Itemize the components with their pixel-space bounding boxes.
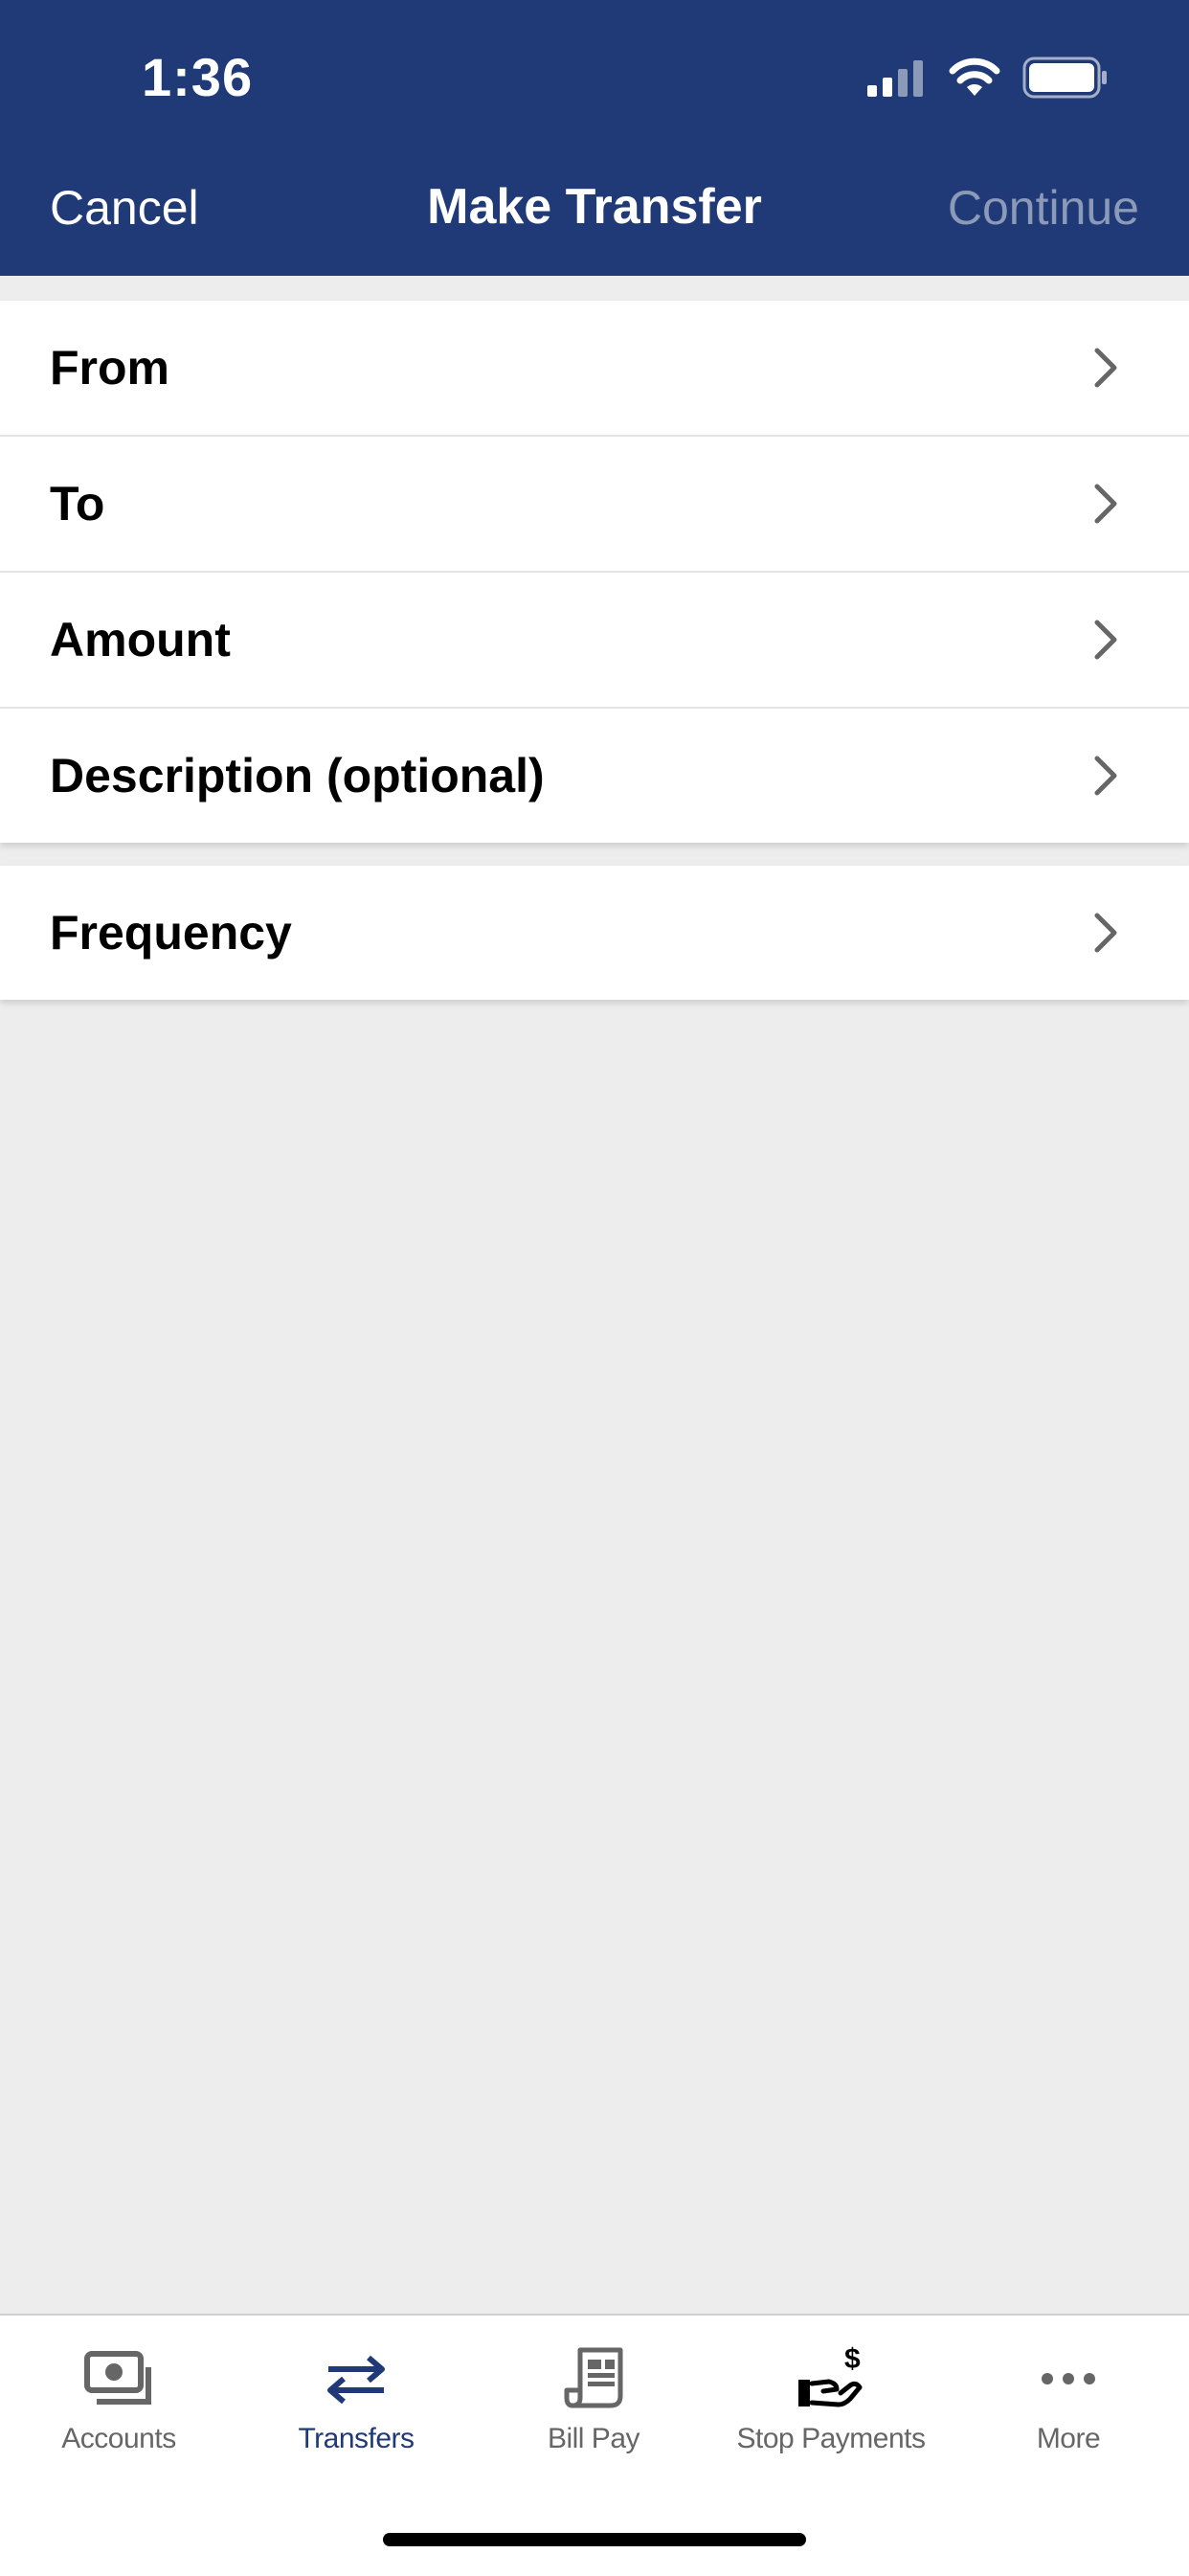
to-row[interactable]: To: [0, 437, 1189, 573]
status-time: 1:36: [142, 47, 254, 107]
tab-more-label: More: [1036, 2423, 1101, 2454]
from-label: From: [50, 341, 169, 395]
chevron-right-icon: [1094, 484, 1117, 524]
tab-more[interactable]: More: [950, 2316, 1187, 2478]
signal-icon: [867, 60, 923, 97]
tab-accounts-label: Accounts: [61, 2423, 176, 2454]
description-label: Description (optional): [50, 749, 545, 802]
header-bar: 1:36 Cancel Make Transfer Continue: [0, 0, 1189, 276]
chevron-right-icon: [1094, 348, 1117, 388]
tab-transfers-label: Transfers: [298, 2423, 415, 2454]
description-row[interactable]: Description (optional): [0, 709, 1189, 843]
cancel-button[interactable]: Cancel: [50, 180, 199, 236]
hand-dollar-icon: $: [793, 2340, 869, 2417]
page-title: Make Transfer: [427, 179, 762, 235]
wifi-icon: [949, 57, 1000, 96]
battery-icon: [1022, 56, 1107, 99]
frequency-row[interactable]: Frequency: [0, 866, 1189, 1000]
tab-stop-payments-label: Stop Payments: [736, 2423, 926, 2454]
tab-transfers[interactable]: Transfers: [237, 2316, 475, 2478]
svg-text:$: $: [844, 2345, 861, 2375]
amount-row[interactable]: Amount: [0, 573, 1189, 709]
tab-bill-pay-label: Bill Pay: [547, 2423, 640, 2454]
bill-icon: [555, 2340, 632, 2417]
chevron-right-icon: [1094, 620, 1117, 660]
status-icons: [865, 54, 1109, 102]
chevron-right-icon: [1094, 913, 1117, 953]
to-label: To: [50, 477, 105, 531]
tab-stop-payments[interactable]: $ Stop Payments: [712, 2316, 950, 2478]
frequency-label: Frequency: [50, 906, 292, 960]
transfer-arrows-icon: [318, 2340, 394, 2417]
continue-button[interactable]: Continue: [948, 180, 1139, 236]
from-row[interactable]: From: [0, 301, 1189, 437]
frequency-group: Frequency: [0, 866, 1189, 1000]
more-dots-icon: [1030, 2340, 1107, 2417]
transfer-details-group: From To Amount Description (optional): [0, 301, 1189, 843]
tab-accounts[interactable]: Accounts: [0, 2316, 237, 2478]
home-indicator: [383, 2533, 806, 2546]
tab-bill-pay[interactable]: Bill Pay: [475, 2316, 712, 2478]
cash-icon: [80, 2340, 157, 2417]
amount-label: Amount: [50, 613, 231, 667]
chevron-right-icon: [1094, 756, 1117, 796]
